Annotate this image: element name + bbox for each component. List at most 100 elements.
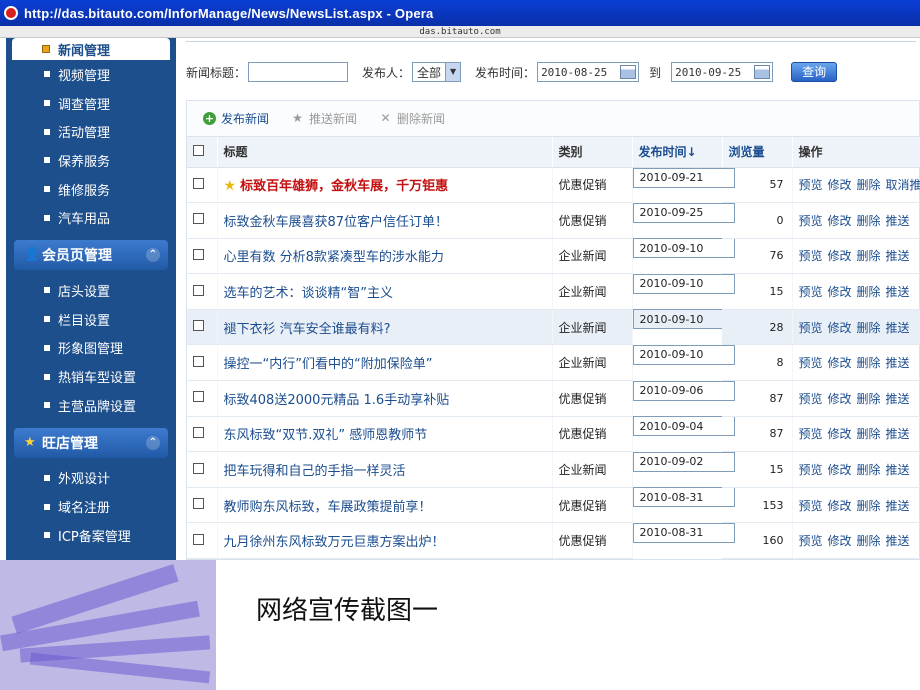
edit-link[interactable]: 修改 [828, 356, 852, 370]
preview-link[interactable]: 预览 [799, 321, 823, 335]
calendar-icon[interactable] [620, 65, 637, 79]
header-views[interactable]: 浏览量 [722, 137, 793, 168]
news-title-cell[interactable]: 选车的艺术：谈谈精“智”主义 [217, 273, 553, 310]
select-all-checkbox[interactable] [193, 144, 204, 156]
preview-link[interactable]: 预览 [799, 427, 823, 441]
news-title-cell[interactable]: 心里有数 分析8款紧凑型车的涉水能力 [217, 238, 553, 275]
sidebar-item[interactable]: 新闻管理 [12, 38, 170, 60]
news-title-cell[interactable]: 褪下衣衫 汽车安全谁最有料? [217, 309, 553, 346]
sidebar-item[interactable]: 外观设计 [6, 464, 176, 493]
news-title[interactable]: 东风标致“双节.双礼” 感师恩教师节 [224, 428, 428, 443]
delete-link[interactable]: 删除 [857, 356, 881, 370]
sidebar-item[interactable]: 汽车用品 [6, 203, 176, 232]
news-title-cell[interactable]: 操控一“内行”们看中的“附加保险单” [217, 344, 553, 382]
row-checkbox[interactable] [193, 177, 204, 189]
row-checkbox[interactable] [193, 498, 204, 510]
edit-link[interactable]: 修改 [828, 427, 852, 441]
sidebar-item[interactable]: 域名注册 [6, 492, 176, 521]
push-link[interactable]: 推送 [886, 392, 910, 406]
preview-link[interactable]: 预览 [799, 534, 823, 548]
delete-link[interactable]: 删除 [857, 321, 881, 335]
sidebar-item[interactable]: 调查管理 [6, 89, 176, 118]
push-link[interactable]: 推送 [886, 321, 910, 335]
header-time[interactable]: 发布时间↓ [632, 137, 723, 168]
news-title-cell[interactable]: 把车玩得和自己的手指一样灵活 [217, 451, 553, 488]
push-link[interactable]: 推送 [886, 499, 910, 513]
news-title-cell[interactable]: 教师购东风标致，车展政策提前享！ [217, 487, 553, 524]
edit-link[interactable]: 修改 [828, 214, 852, 228]
preview-link[interactable]: 预览 [799, 356, 823, 370]
news-title-cell[interactable]: 东风标致“双节.双礼” 感师恩教师节 [217, 416, 553, 453]
delete-link[interactable]: 删除 [857, 534, 881, 548]
preview-link[interactable]: 预览 [799, 392, 823, 406]
edit-link[interactable]: 修改 [828, 463, 852, 477]
row-checkbox[interactable] [193, 213, 204, 225]
sidebar-section-header[interactable]: 👤 会员页管理 ⌃ [14, 240, 168, 271]
sidebar-item[interactable]: 形象图管理 [6, 334, 176, 363]
row-checkbox[interactable] [193, 533, 204, 545]
news-title[interactable]: 把车玩得和自己的手指一样灵活 [224, 464, 406, 479]
query-button[interactable]: 查询 [791, 62, 838, 82]
sidebar-item[interactable]: 维修服务 [6, 175, 176, 204]
news-title[interactable]: 心里有数 分析8款紧凑型车的涉水能力 [224, 250, 444, 265]
push-link[interactable]: 推送 [886, 534, 910, 548]
news-title-cell[interactable]: 标致金秋车展喜获87位客户信任订单！ [217, 202, 553, 239]
sidebar-item[interactable]: 栏目设置 [6, 305, 176, 334]
push-news-button[interactable]: ★ 推送新闻 [291, 110, 357, 127]
news-title-cell[interactable]: 标致408送2000元精品 1.6手动享补贴 [217, 380, 553, 417]
push-link[interactable]: 推送 [886, 463, 910, 477]
row-checkbox[interactable] [193, 320, 204, 332]
delete-link[interactable]: 删除 [857, 214, 881, 228]
news-title[interactable]: 标致408送2000元精品 1.6手动享补贴 [224, 393, 450, 408]
delete-link[interactable]: 删除 [857, 499, 881, 513]
sidebar-item[interactable]: 活动管理 [6, 117, 176, 146]
calendar-icon[interactable] [754, 65, 771, 79]
delete-link[interactable]: 删除 [857, 392, 881, 406]
news-title-cell[interactable]: 九月徐州东风标致万元巨惠方案出炉！ [217, 522, 553, 560]
push-link[interactable]: 推送 [886, 427, 910, 441]
edit-link[interactable]: 修改 [828, 534, 852, 548]
push-link[interactable]: 推送 [886, 214, 910, 228]
news-title[interactable]: 标致金秋车展喜获87位客户信任订单！ [224, 215, 449, 230]
sidebar-item[interactable]: 主营品牌设置 [6, 391, 176, 420]
sidebar-item[interactable]: 保养服务 [6, 146, 176, 175]
date-from-field[interactable]: 2010-08-25 [537, 62, 640, 82]
delete-link[interactable]: 删除 [857, 427, 881, 441]
preview-link[interactable]: 预览 [799, 463, 823, 477]
edit-link[interactable]: 修改 [828, 249, 852, 263]
push-link[interactable]: 推送 [886, 356, 910, 370]
preview-link[interactable]: 预览 [799, 214, 823, 228]
push-link[interactable]: 推送 [886, 249, 910, 263]
collapse-icon[interactable]: ⌃ [146, 435, 160, 450]
date-to-field[interactable]: 2010-09-25 [671, 62, 774, 82]
edit-link[interactable]: 修改 [828, 285, 852, 299]
news-title[interactable]: 九月徐州东风标致万元巨惠方案出炉！ [224, 535, 445, 550]
row-checkbox[interactable] [193, 355, 204, 367]
edit-link[interactable]: 修改 [828, 178, 852, 192]
sidebar-item[interactable]: 视频管理 [6, 60, 176, 89]
sidebar-item[interactable]: ICP备案管理 [6, 521, 176, 550]
row-checkbox[interactable] [193, 462, 204, 474]
collapse-icon[interactable]: ⌃ [146, 248, 160, 263]
edit-link[interactable]: 修改 [828, 321, 852, 335]
sidebar-section-header[interactable]: ★ 旺店管理 ⌃ [14, 427, 168, 458]
news-title[interactable]: 选车的艺术：谈谈精“智”主义 [224, 286, 393, 301]
news-title-cell[interactable]: ★ 标致百年雄狮，金秋车展，千万钜惠 [217, 167, 553, 204]
edit-link[interactable]: 修改 [828, 499, 852, 513]
sidebar-item[interactable]: 热销车型设置 [6, 362, 176, 391]
sidebar-item[interactable]: 店头设置 [6, 276, 176, 305]
push-link[interactable]: 取消推送 [886, 178, 920, 192]
news-title[interactable]: 褪下衣衫 汽车安全谁最有料? [224, 322, 391, 337]
preview-link[interactable]: 预览 [799, 499, 823, 513]
row-checkbox[interactable] [193, 248, 204, 260]
push-link[interactable]: 推送 [886, 285, 910, 299]
delete-link[interactable]: 删除 [857, 285, 881, 299]
publisher-select[interactable]: 全部 ▼ [412, 62, 462, 82]
delete-link[interactable]: 删除 [857, 178, 881, 192]
delete-link[interactable]: 删除 [857, 249, 881, 263]
row-checkbox[interactable] [193, 284, 204, 296]
title-filter-input[interactable] [248, 62, 349, 82]
publish-news-button[interactable]: + 发布新闻 [203, 110, 269, 127]
preview-link[interactable]: 预览 [799, 285, 823, 299]
chevron-down-icon[interactable]: ▼ [445, 63, 461, 81]
